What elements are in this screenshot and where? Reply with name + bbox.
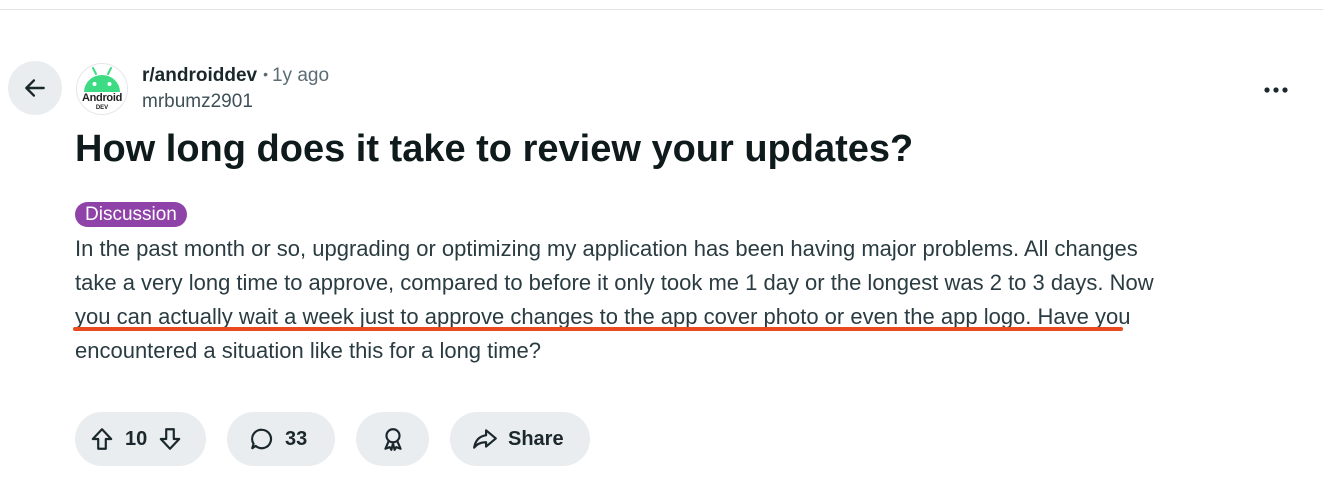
post-time: 1y ago [271,65,330,86]
post-body-paragraph: In the past month or so, upgrading or op… [75,232,1290,368]
android-logo-icon [84,67,120,92]
meta-separator: • [263,66,268,82]
post-body: In the past month or so, upgrading or op… [75,232,1290,368]
subreddit-link[interactable]: r/androiddev [142,65,257,86]
share-label: Share [508,427,564,450]
avatar-text: Android [81,92,123,104]
top-divider [0,9,1323,10]
post-meta: r/androiddev • 1y ago [142,64,329,88]
post-title: How long does it take to review your upd… [75,128,914,170]
comments-button[interactable]: 33 [227,412,335,466]
body-line: encountered a situation like this for a … [75,338,541,363]
downvote-button[interactable] [157,426,183,452]
share-button[interactable]: Share [450,412,590,466]
arrow-up-icon [91,428,113,450]
comment-count: 33 [285,427,308,450]
arrow-down-icon [159,428,181,450]
author-link[interactable]: mrbumz2901 [142,90,253,114]
body-line: In the past month or so, upgrading or op… [75,236,1138,261]
vote-pill: 10 [75,412,206,466]
vote-count: 10 [125,427,148,450]
subreddit-avatar[interactable]: Android DEV [76,63,128,115]
upvote-button[interactable] [89,426,115,452]
award-icon [383,428,402,451]
comment-icon [251,428,273,450]
award-button[interactable] [356,412,429,466]
flair-badge[interactable]: Discussion [75,202,187,227]
more-horizontal-icon [1264,87,1288,93]
more-options-button[interactable] [1256,70,1296,110]
highlight-underline [73,327,1123,331]
avatar-subtext: DEV [95,105,109,111]
share-icon [473,429,497,449]
arrow-left-icon [25,79,45,97]
body-line: take a very long time to approve, compar… [75,270,1154,295]
back-button[interactable] [8,61,62,115]
